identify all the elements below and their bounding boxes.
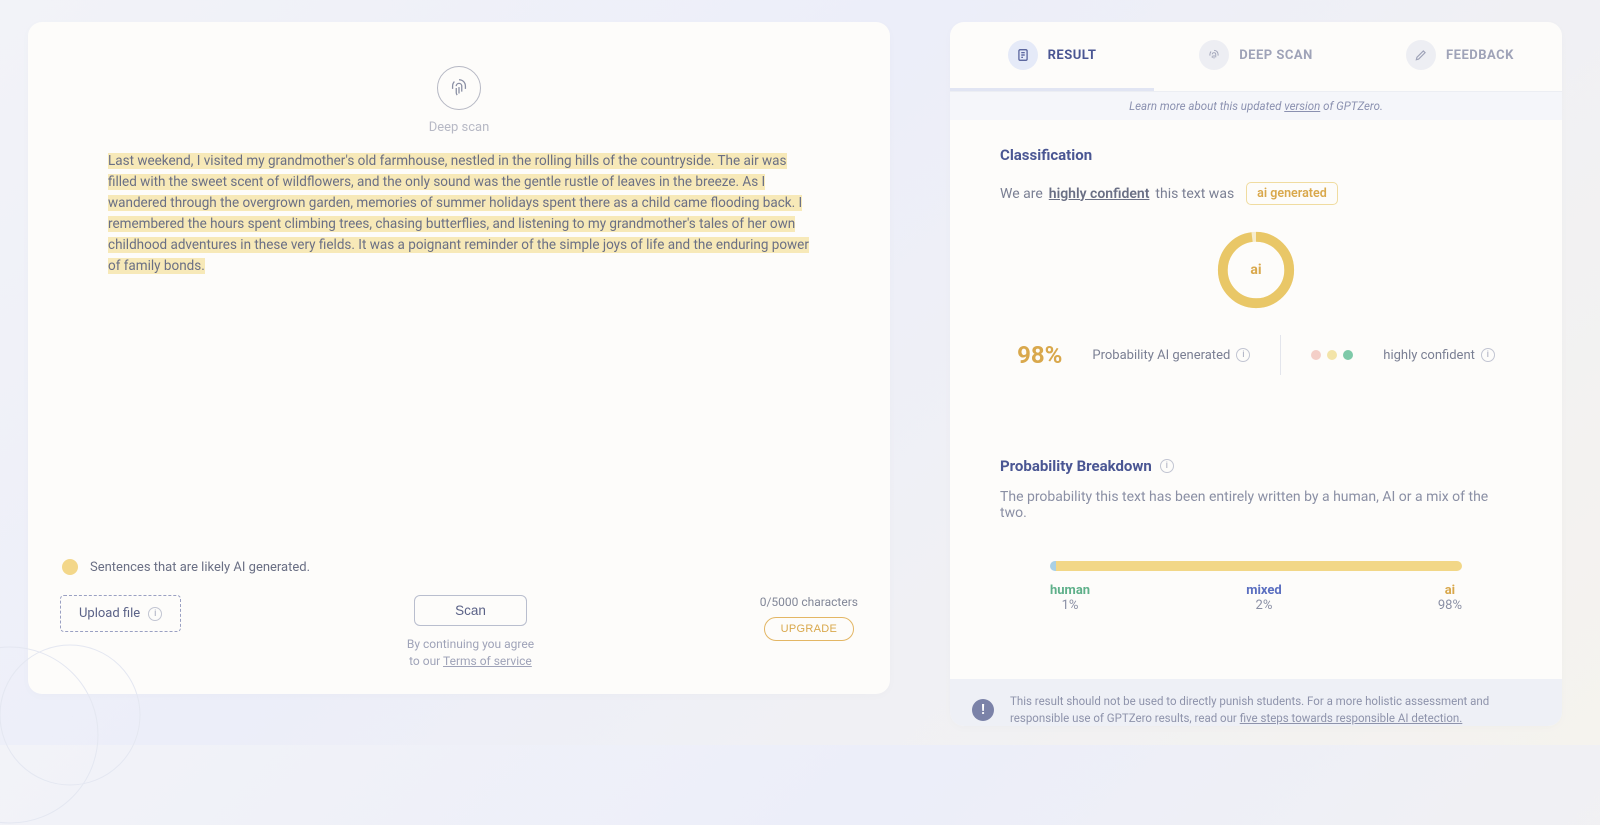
info-icon[interactable]: i — [1236, 348, 1250, 362]
prob-label-mixed: mixed 2% — [1246, 583, 1282, 613]
probability-breakdown-section: Probability Breakdown i The probability … — [950, 431, 1562, 679]
classification-stats: 98% Probability AI generated i highly co… — [1000, 323, 1512, 405]
info-icon[interactable]: i — [1481, 348, 1495, 362]
legend-text: Sentences that are likely AI generated. — [90, 560, 310, 575]
scanned-text-area[interactable]: Last weekend, I visited my grandmother's… — [56, 151, 862, 277]
tab-feedback[interactable]: FEEDBACK — [1358, 22, 1562, 91]
highlighted-sentence: Last weekend, I visited my grandmother's… — [108, 153, 809, 274]
pencil-icon — [1406, 40, 1436, 70]
legend-dot-icon — [62, 559, 78, 575]
probability-bar — [1050, 561, 1462, 571]
tab-label: DEEP SCAN — [1239, 48, 1313, 63]
confidence-text: highly confident i — [1383, 348, 1495, 363]
breakdown-description: The probability this text has been entir… — [1000, 489, 1512, 521]
info-icon: i — [148, 607, 162, 621]
upgrade-button[interactable]: UPGRADE — [764, 617, 855, 641]
character-count: 0/5000 characters — [760, 595, 858, 609]
deep-scan-label: Deep scan — [429, 120, 490, 135]
tab-label: FEEDBACK — [1446, 48, 1514, 63]
deep-scan-header: Deep scan — [56, 66, 862, 135]
result-tabs: RESULT DEEP SCAN FEEDBACK — [950, 22, 1562, 92]
fingerprint-icon — [437, 66, 481, 110]
confidence-dot-low-icon — [1311, 350, 1321, 360]
tab-deep-scan[interactable]: DEEP SCAN — [1154, 22, 1358, 91]
ai-sentence-legend: Sentences that are likely AI generated. — [56, 559, 862, 595]
probability-labels: human 1% mixed 2% ai 98% — [1050, 583, 1462, 613]
ai-probability-percent: 98% — [1017, 341, 1062, 369]
learn-more-banner: Learn more about this updated version of… — [950, 92, 1562, 120]
info-icon[interactable]: i — [1160, 459, 1174, 473]
confidence-dot-high-icon — [1343, 350, 1353, 360]
confidence-phrase: highly confident — [1049, 186, 1150, 202]
prob-label-human: human 1% — [1050, 583, 1090, 613]
upload-file-button[interactable]: Upload file i — [60, 595, 181, 632]
classification-section: Classification We are highly confident t… — [950, 120, 1562, 431]
classification-title: Classification — [1000, 146, 1512, 164]
confidence-dots — [1311, 350, 1353, 360]
vertical-divider — [1280, 335, 1281, 375]
version-link[interactable]: version — [1284, 99, 1320, 113]
document-icon — [1008, 40, 1038, 70]
prob-label-ai: ai 98% — [1438, 583, 1462, 613]
scan-button[interactable]: Scan — [414, 595, 527, 626]
disclaimer-banner: ! This result should not be used to dire… — [950, 679, 1562, 726]
tab-result[interactable]: RESULT — [950, 22, 1154, 91]
ai-probability-donut: ai — [1215, 229, 1297, 311]
classification-summary: We are highly confident this text was ai… — [1000, 182, 1512, 205]
ai-generated-chip: ai generated — [1246, 182, 1338, 205]
terms-of-service-link[interactable]: Terms of service — [443, 654, 532, 668]
donut-label: ai — [1215, 229, 1297, 311]
breakdown-title: Probability Breakdown — [1000, 457, 1152, 475]
results-panel: RESULT DEEP SCAN FEEDBACK Learn more abo… — [950, 22, 1562, 726]
fingerprint-icon — [1199, 40, 1229, 70]
confidence-dot-med-icon — [1327, 350, 1337, 360]
upload-file-label: Upload file — [79, 606, 140, 621]
exclamation-icon: ! — [972, 699, 994, 721]
tab-label: RESULT — [1048, 48, 1097, 63]
input-panel: Deep scan Last weekend, I visited my gra… — [28, 22, 890, 694]
ai-probability-desc: Probability AI generated i — [1092, 348, 1250, 363]
responsible-ai-link[interactable]: five steps towards responsible AI detect… — [1240, 711, 1463, 725]
terms-agreement-text: By continuing you agree to our Terms of … — [407, 636, 534, 670]
